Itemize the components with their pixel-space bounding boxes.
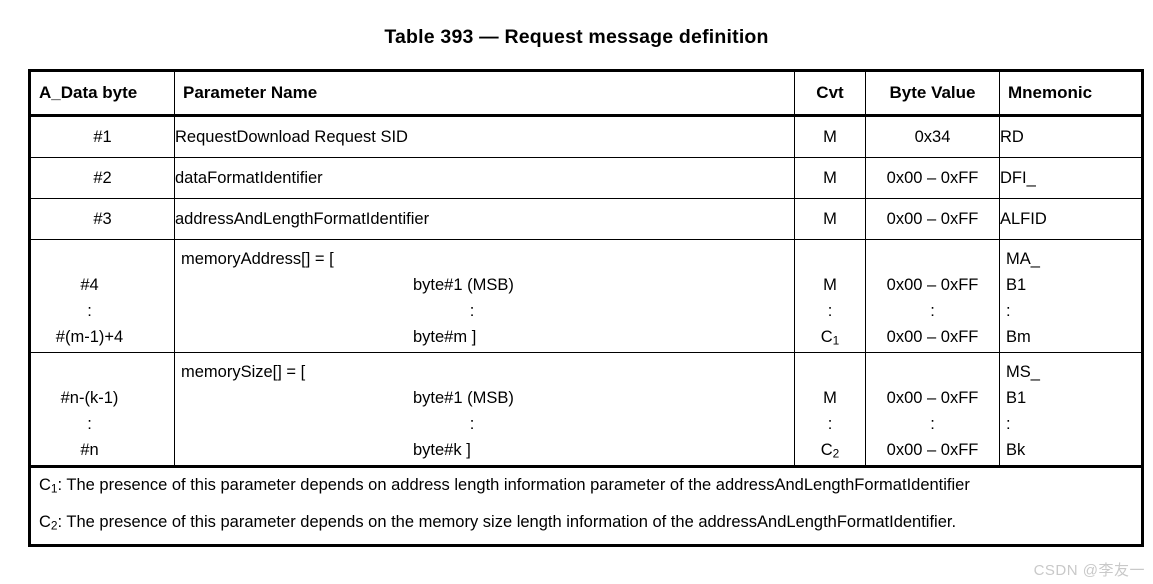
cell-byte-value-array: 0x00 – 0xFF : 0x00 – 0xFF	[865, 352, 1000, 467]
addr-line-dots: :	[87, 415, 92, 433]
byte-value-line: 0x00 – 0xFF	[886, 328, 979, 346]
cvt-line: M	[823, 389, 837, 407]
cell-cvt-array: M : C2	[794, 352, 866, 467]
cell-parameter-name: dataFormatIdentifier	[174, 157, 795, 199]
byte-value-line: 0x00 – 0xFF	[886, 441, 979, 459]
param-array-line-dots: :	[181, 298, 794, 324]
table-row: #1 RequestDownload Request SID M 0x34 RD	[29, 115, 1143, 158]
addr-line: #n-(k-1)	[60, 389, 119, 407]
request-message-definition-table: A_Data byte Parameter Name Cvt Byte Valu…	[28, 69, 1144, 548]
cvt-line-conditional: C2	[821, 437, 840, 463]
cell-a-data-byte: #2	[29, 157, 175, 199]
footnote-label-c1: C1	[39, 476, 58, 496]
cvt-condition-index: 2	[832, 446, 840, 461]
cell-byte-value: 0x34	[865, 115, 1000, 158]
mnemonic-line: MS_	[1006, 363, 1040, 381]
cvt-condition-label: C	[820, 328, 833, 346]
table-header-row: A_Data byte Parameter Name Cvt Byte Valu…	[29, 70, 1143, 117]
param-array-line: byte#1 (MSB)	[413, 276, 514, 294]
cell-cvt: M	[794, 198, 866, 240]
param-array-line: byte#m ]	[413, 328, 477, 346]
table-row: #2 dataFormatIdentifier M 0x00 – 0xFF DF…	[29, 157, 1143, 199]
cell-mnemonic: RD	[999, 115, 1143, 158]
cvt-line: M	[823, 276, 837, 294]
footnote-cell: C2: The presence of this parameter depen…	[28, 504, 1144, 548]
addr-line: #n	[80, 441, 99, 459]
table-container: A_Data byte Parameter Name Cvt Byte Valu…	[28, 69, 1144, 548]
cell-parameter-name-array: memoryAddress[] = [ byte#1 (MSB) : byte#…	[174, 239, 795, 353]
footnote-label-index: 1	[50, 481, 58, 496]
cell-parameter-name: addressAndLengthFormatIdentifier	[174, 198, 795, 240]
footnote-cell: C1: The presence of this parameter depen…	[28, 464, 1144, 505]
table-row-memory-size: #n-(k-1) : #n memorySize[] = [ byte#1 (M…	[29, 352, 1143, 467]
byte-value-line-dots: :	[930, 302, 935, 320]
cell-byte-value: 0x00 – 0xFF	[865, 198, 1000, 240]
param-array-line: byte#k ]	[413, 441, 471, 459]
mnemonic-line-dots: :	[1006, 415, 1011, 433]
byte-value-line-dots: :	[930, 415, 935, 433]
mnemonic-line: MA_	[1006, 250, 1040, 268]
cell-cvt: M	[794, 115, 866, 158]
mnemonic-line: Bk	[1006, 441, 1026, 459]
footnote-label-index: 2	[50, 518, 58, 533]
param-array-lead: memoryAddress[] = [	[181, 250, 334, 268]
cell-a-data-byte: #3	[29, 198, 175, 240]
addr-line: #4	[80, 276, 99, 294]
cell-a-data-byte-range: #n-(k-1) : #n	[29, 352, 175, 467]
cell-cvt: M	[794, 157, 866, 199]
footnote-label-letter: C	[39, 476, 51, 494]
column-header-parameter-name: Parameter Name	[174, 70, 795, 117]
cell-parameter-name-array: memorySize[] = [ byte#1 (MSB) : byte#k ]	[174, 352, 795, 467]
param-array-line-dots: :	[181, 411, 794, 437]
table-footnote-row-c2: C2: The presence of this parameter depen…	[28, 504, 1144, 548]
footnote-text-c1: C1: The presence of this parameter depen…	[39, 473, 1131, 502]
byte-value-line: 0x00 – 0xFF	[886, 389, 979, 407]
cvt-condition-index: 1	[832, 333, 840, 348]
cvt-condition-label: C	[820, 441, 833, 459]
cell-mnemonic: ALFID	[999, 198, 1143, 240]
cell-mnemonic: DFI_	[999, 157, 1143, 199]
page-root: Table 393 — Request message definition A…	[0, 0, 1153, 584]
addr-line-dots: :	[87, 302, 92, 320]
cell-byte-value: 0x00 – 0xFF	[865, 157, 1000, 199]
param-array-line: byte#1 (MSB)	[413, 389, 514, 407]
table-footnote-row-c1: C1: The presence of this parameter depen…	[28, 464, 1144, 505]
column-header-mnemonic: Mnemonic	[999, 70, 1143, 117]
cvt-line-conditional: C1	[821, 324, 840, 350]
mnemonic-line: B1	[1006, 276, 1027, 294]
footnote-body: : The presence of this parameter depends…	[57, 512, 957, 531]
column-header-a-data-byte: A_Data byte	[29, 70, 175, 117]
byte-value-line: 0x00 – 0xFF	[886, 276, 979, 294]
mnemonic-line: B1	[1006, 389, 1027, 407]
param-array-lead: memorySize[] = [	[181, 363, 306, 381]
csdn-watermark: CSDN @李友一	[1033, 562, 1145, 579]
cell-mnemonic-array: MA_ B1 : Bm	[999, 239, 1143, 353]
cell-cvt-array: M : C1	[794, 239, 866, 353]
table-row: #3 addressAndLengthFormatIdentifier M 0x…	[29, 198, 1143, 240]
mnemonic-line: Bm	[1006, 328, 1031, 346]
cvt-line-dots: :	[827, 302, 833, 320]
footnote-text-c2: C2: The presence of this parameter depen…	[39, 510, 1131, 539]
addr-line: #(m-1)+4	[55, 328, 124, 346]
dots-glyph: :	[469, 302, 475, 320]
page-title: Table 393 — Request message definition	[384, 26, 769, 48]
footnote-label-c2: C2	[39, 512, 58, 533]
table-row-memory-address: #4 : #(m-1)+4 memoryAddress[] = [ byte#1…	[29, 239, 1143, 353]
cell-a-data-byte: #1	[29, 115, 175, 158]
cell-byte-value-array: 0x00 – 0xFF : 0x00 – 0xFF	[865, 239, 1000, 353]
cell-mnemonic-array: MS_ B1 : Bk	[999, 352, 1143, 467]
column-header-cvt: Cvt	[794, 70, 866, 117]
cell-a-data-byte-range: #4 : #(m-1)+4	[29, 239, 175, 353]
footnote-label-letter: C	[39, 512, 51, 531]
cvt-line-dots: :	[827, 415, 833, 433]
dots-glyph: :	[469, 415, 475, 433]
column-header-byte-value: Byte Value	[865, 70, 1000, 117]
cell-parameter-name: RequestDownload Request SID	[174, 115, 795, 158]
mnemonic-line-dots: :	[1006, 302, 1011, 320]
footnote-body: : The presence of this parameter depends…	[57, 476, 970, 494]
